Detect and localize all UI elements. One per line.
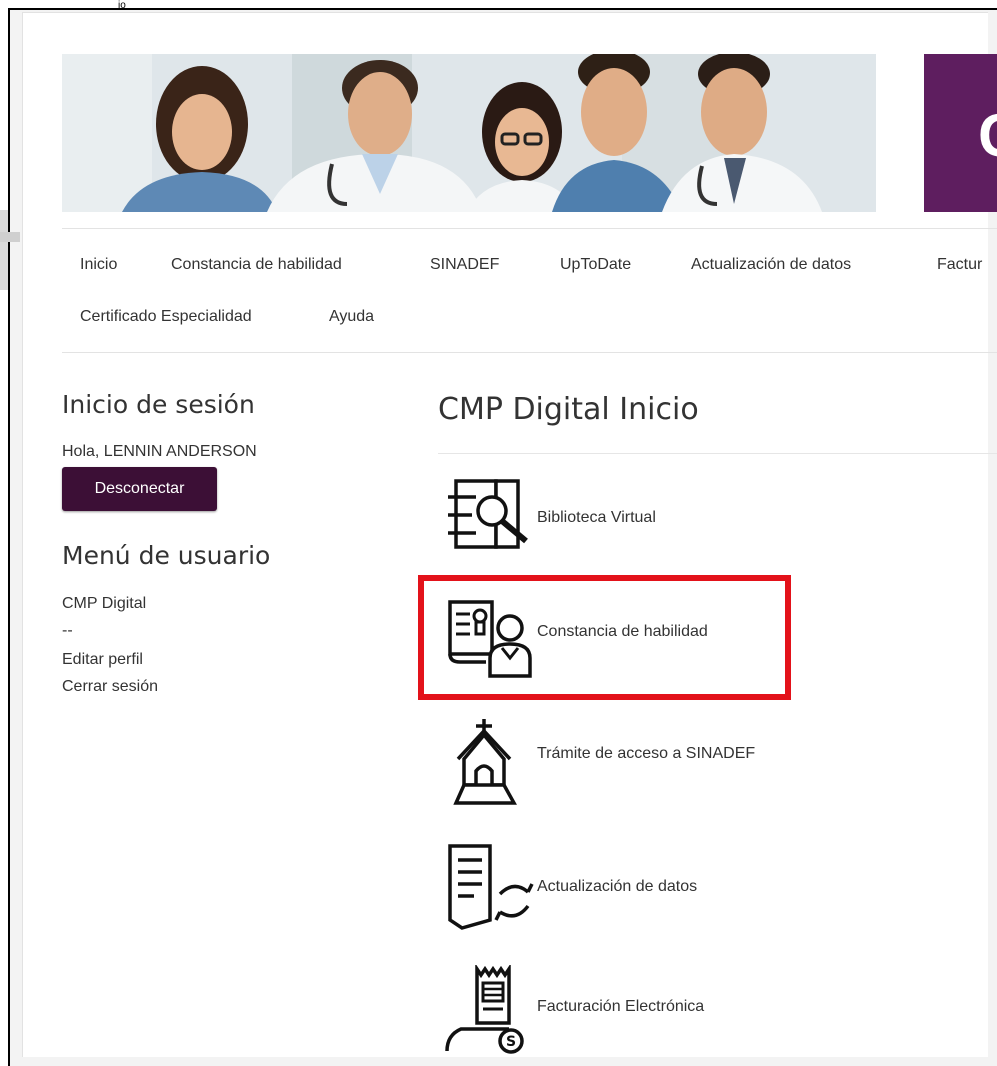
nav-divider-bottom [62,352,997,353]
window-border-top [8,8,997,10]
nav-item-sinadef[interactable]: SINADEF [430,256,499,274]
scroll-handle[interactable] [0,210,8,290]
nav-item-inicio[interactable]: Inicio [80,256,117,274]
user-menu-title: Menú de usuario [62,541,271,570]
nav-divider-top [62,228,997,229]
main-title-divider [438,453,997,454]
brand-logo-block: C [924,54,997,212]
nav-item-certificado[interactable]: Certificado Especialidad [80,308,252,326]
tile-biblioteca-virtual[interactable]: Biblioteca Virtual [537,509,656,527]
book-search-icon[interactable] [448,475,538,555]
login-title: Inicio de sesión [62,390,255,419]
chapel-icon[interactable] [452,717,532,807]
nav-item-constancia[interactable]: Constancia de habilidad [171,256,342,274]
highlight-box [418,575,791,700]
user-menu-separator: -- [62,622,73,639]
top-text-fragment: jo [118,0,126,8]
login-greeting: Hola, LENNIN ANDERSON [62,443,257,460]
tile-facturacion-electronica[interactable]: Facturación Electrónica [537,998,704,1016]
tile-tramite-sinadef[interactable]: Trámite de acceso a SINADEF [537,745,755,763]
svg-text:S: S [506,1034,516,1050]
user-menu-logout[interactable]: Cerrar sesión [62,678,158,696]
nav-item-actualizacion[interactable]: Actualización de datos [691,256,851,274]
scroll-handle-grip [0,232,20,242]
nav-item-ayuda[interactable]: Ayuda [329,308,374,326]
window-border-left [8,8,10,1066]
brand-logo-letter: C [978,106,997,166]
nav-item-uptodate[interactable]: UpToDate [560,256,631,274]
document-refresh-icon[interactable] [444,842,534,932]
nav-item-facturacion[interactable]: Factur [937,256,982,274]
receipt-coin-icon[interactable]: S [443,965,533,1055]
user-menu-cmp-digital[interactable]: CMP Digital [62,595,146,613]
logout-button[interactable]: Desconectar [62,467,217,511]
user-menu-edit-profile[interactable]: Editar perfil [62,651,143,669]
main-title: CMP Digital Inicio [438,392,699,427]
doctors-photo-illustration [62,54,876,212]
tile-actualizacion-datos[interactable]: Actualización de datos [537,878,697,896]
header-banner-image [62,54,876,212]
